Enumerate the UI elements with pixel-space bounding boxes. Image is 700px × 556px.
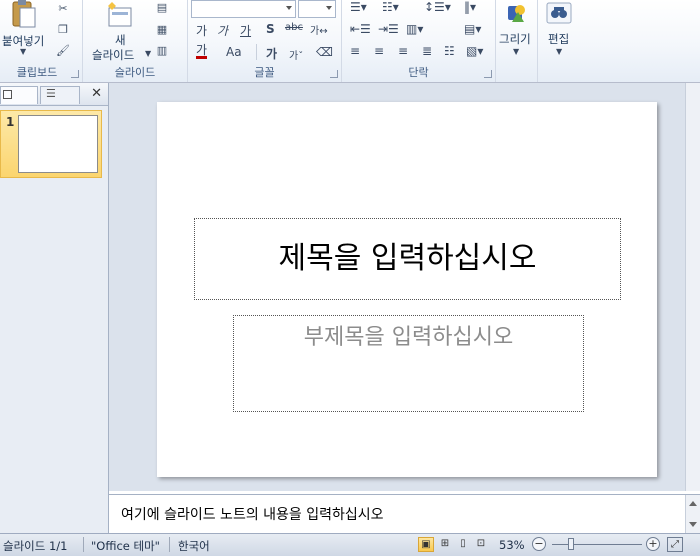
title-placeholder[interactable]: 제목을 입력하십시오 [194, 218, 621, 300]
notes-scrollbar[interactable] [685, 495, 700, 533]
slide-sorter-icon[interactable]: ⊞ [437, 537, 453, 552]
notes-placeholder[interactable]: 여기에 슬라이드 노트의 내용을 입력하십시오 [121, 504, 384, 524]
layout-icon[interactable]: ▤ [155, 2, 169, 14]
distribute-icon[interactable]: ☷ [444, 44, 455, 58]
numbering-icon[interactable]: ☷▾ [382, 0, 399, 14]
subtitle-placeholder[interactable]: 부제목을 입력하십시오 [233, 315, 584, 412]
line-spacing-icon[interactable]: ↕☰▾ [424, 0, 451, 14]
slides-group: 새 슬라이드 ▼ ▤ ▦ ▥ 슬라이드 [83, 0, 188, 82]
zoom-out-icon[interactable]: − [532, 537, 546, 551]
paragraph-group-label: 단락 [408, 66, 429, 79]
status-separator [169, 537, 170, 552]
slideshow-icon[interactable]: ⊡ [473, 537, 489, 552]
grow-font-button[interactable]: 가 [266, 45, 277, 62]
paste-dropdown-icon[interactable]: ▼ [20, 47, 26, 56]
font-group: 가 가 가 S abc 가↔ 가 Aa 가 가ˇ ⌫ 글꼴 [188, 0, 342, 82]
section-icon[interactable]: ▥ [155, 45, 169, 57]
copy-icon[interactable]: ❐ [56, 24, 70, 36]
close-pane-icon[interactable]: ✕ [91, 86, 102, 102]
drawing-group: 그리기 ▼ [496, 0, 538, 82]
shadow-button[interactable]: S [266, 22, 275, 36]
notes-pane[interactable]: 여기에 슬라이드 노트의 내용을 입력하십시오 [109, 494, 700, 533]
reset-icon[interactable]: ▦ [155, 24, 169, 36]
paste-icon[interactable] [10, 0, 38, 30]
slides-pane: ☰ ✕ 1 [0, 83, 109, 533]
slide-counter: 슬라이드 1/1 [3, 539, 68, 553]
italic-button[interactable]: 가 [217, 22, 228, 39]
slide-thumbnail-selected[interactable]: 1 [0, 110, 102, 178]
slide-canvas[interactable]: 제목을 입력하십시오 부제목을 입력하십시오 [157, 102, 657, 477]
zoom-slider-thumb[interactable] [568, 538, 574, 550]
slides-group-label: 슬라이드 [114, 66, 156, 79]
status-separator [83, 537, 84, 552]
smartart-icon[interactable]: ▧▾ [466, 44, 483, 58]
slide-vertical-scrollbar[interactable] [685, 83, 700, 491]
paragraph-group: ☰▾ ☷▾ ↕☰▾ ‖▾ ⇤☰ ⇥☰ ▥▾ ▤▾ ≡ ≡ ≡ ≣ ☷ ▧▾ 단락 [342, 0, 496, 82]
font-group-label: 글꼴 [254, 66, 275, 79]
tab-slides[interactable] [0, 86, 38, 104]
outline-tab-icon: ☰ [46, 87, 56, 100]
editing-button[interactable]: 편집 [548, 31, 569, 47]
normal-view-icon[interactable]: ▣ [418, 537, 434, 552]
theme-name[interactable]: "Office 테마" [91, 538, 160, 554]
slides-tab-icon [3, 90, 12, 99]
font-color-button[interactable]: 가 [196, 44, 208, 59]
bold-button[interactable]: 가 [196, 22, 207, 39]
underline-button[interactable]: 가 [240, 22, 251, 39]
font-name-combo[interactable] [191, 0, 296, 18]
clear-format-icon[interactable]: ⌫ [316, 45, 333, 59]
font-launcher-icon[interactable] [330, 70, 338, 78]
slide-editor: 제목을 입력하십시오 부제목을 입력하십시오 [109, 83, 700, 491]
font-separator [256, 44, 257, 60]
find-icon[interactable] [546, 2, 572, 24]
status-bar: 슬라이드 1/1 "Office 테마" 한국어 ▣ ⊞ ▯ ⊡ 53% − +… [0, 533, 700, 556]
drawing-dropdown-icon[interactable]: ▼ [513, 47, 519, 56]
increase-indent-icon[interactable]: ⇥☰ [378, 22, 399, 36]
editing-group: 편집 ▼ [538, 0, 582, 82]
clipboard-group: 붙여넣기 ▼ ✂ ❐ 🖌 클립보드 [0, 0, 83, 82]
slide-number: 1 [6, 115, 15, 129]
paragraph-launcher-icon[interactable] [484, 70, 492, 78]
shrink-font-button[interactable]: 가ˇ [289, 47, 303, 62]
tab-outline[interactable]: ☰ [40, 86, 80, 104]
drawing-button[interactable]: 그리기 [499, 31, 531, 47]
zoom-slider-track[interactable] [552, 544, 642, 545]
ribbon: 붙여넣기 ▼ ✂ ❐ 🖌 클립보드 새 슬라이드 ▼ ▤ ▦ ▥ 슬라이드 가 … [0, 0, 700, 83]
char-spacing-button[interactable]: 가↔ [310, 22, 328, 37]
align-center-icon[interactable]: ≡ [374, 44, 384, 58]
bullets-icon[interactable]: ☰▾ [350, 0, 367, 14]
zoom-in-icon[interactable]: + [646, 537, 660, 551]
editing-dropdown-icon[interactable]: ▼ [556, 47, 562, 56]
new-slide-icon[interactable] [107, 2, 135, 28]
slide-thumbnail[interactable] [18, 115, 98, 173]
columns-icon[interactable]: ‖▾ [464, 0, 476, 14]
new-slide-label-1[interactable]: 새 [115, 32, 126, 48]
clipboard-group-label: 클립보드 [16, 66, 58, 79]
justify-icon[interactable]: ≣ [422, 44, 432, 58]
change-case-button[interactable]: Aa [226, 45, 242, 59]
cut-icon[interactable]: ✂ [56, 3, 70, 15]
align-left-icon[interactable]: ≡ [350, 44, 360, 58]
text-direction-icon[interactable]: ▥▾ [406, 22, 423, 36]
pane-tabs: ☰ ✕ [0, 83, 108, 106]
language-indicator[interactable]: 한국어 [178, 538, 210, 554]
fit-to-window-icon[interactable]: ⤢ [667, 537, 683, 552]
decrease-indent-icon[interactable]: ⇤☰ [350, 22, 371, 36]
clipboard-launcher-icon[interactable] [71, 70, 79, 78]
font-size-combo[interactable] [298, 0, 336, 18]
new-slide-dropdown-icon[interactable]: ▼ [145, 49, 151, 58]
scroll-down-icon[interactable] [689, 522, 697, 527]
strikethrough-button[interactable]: abc [285, 22, 303, 33]
scroll-up-icon[interactable] [689, 501, 697, 506]
format-painter-icon[interactable]: 🖌 [56, 45, 70, 57]
zoom-level[interactable]: 53% [499, 538, 525, 552]
reading-view-icon[interactable]: ▯ [455, 537, 471, 552]
new-slide-button[interactable]: 슬라이드 [92, 47, 134, 63]
shapes-icon[interactable] [506, 2, 528, 24]
align-right-icon[interactable]: ≡ [398, 44, 408, 58]
align-text-icon[interactable]: ▤▾ [464, 22, 481, 36]
